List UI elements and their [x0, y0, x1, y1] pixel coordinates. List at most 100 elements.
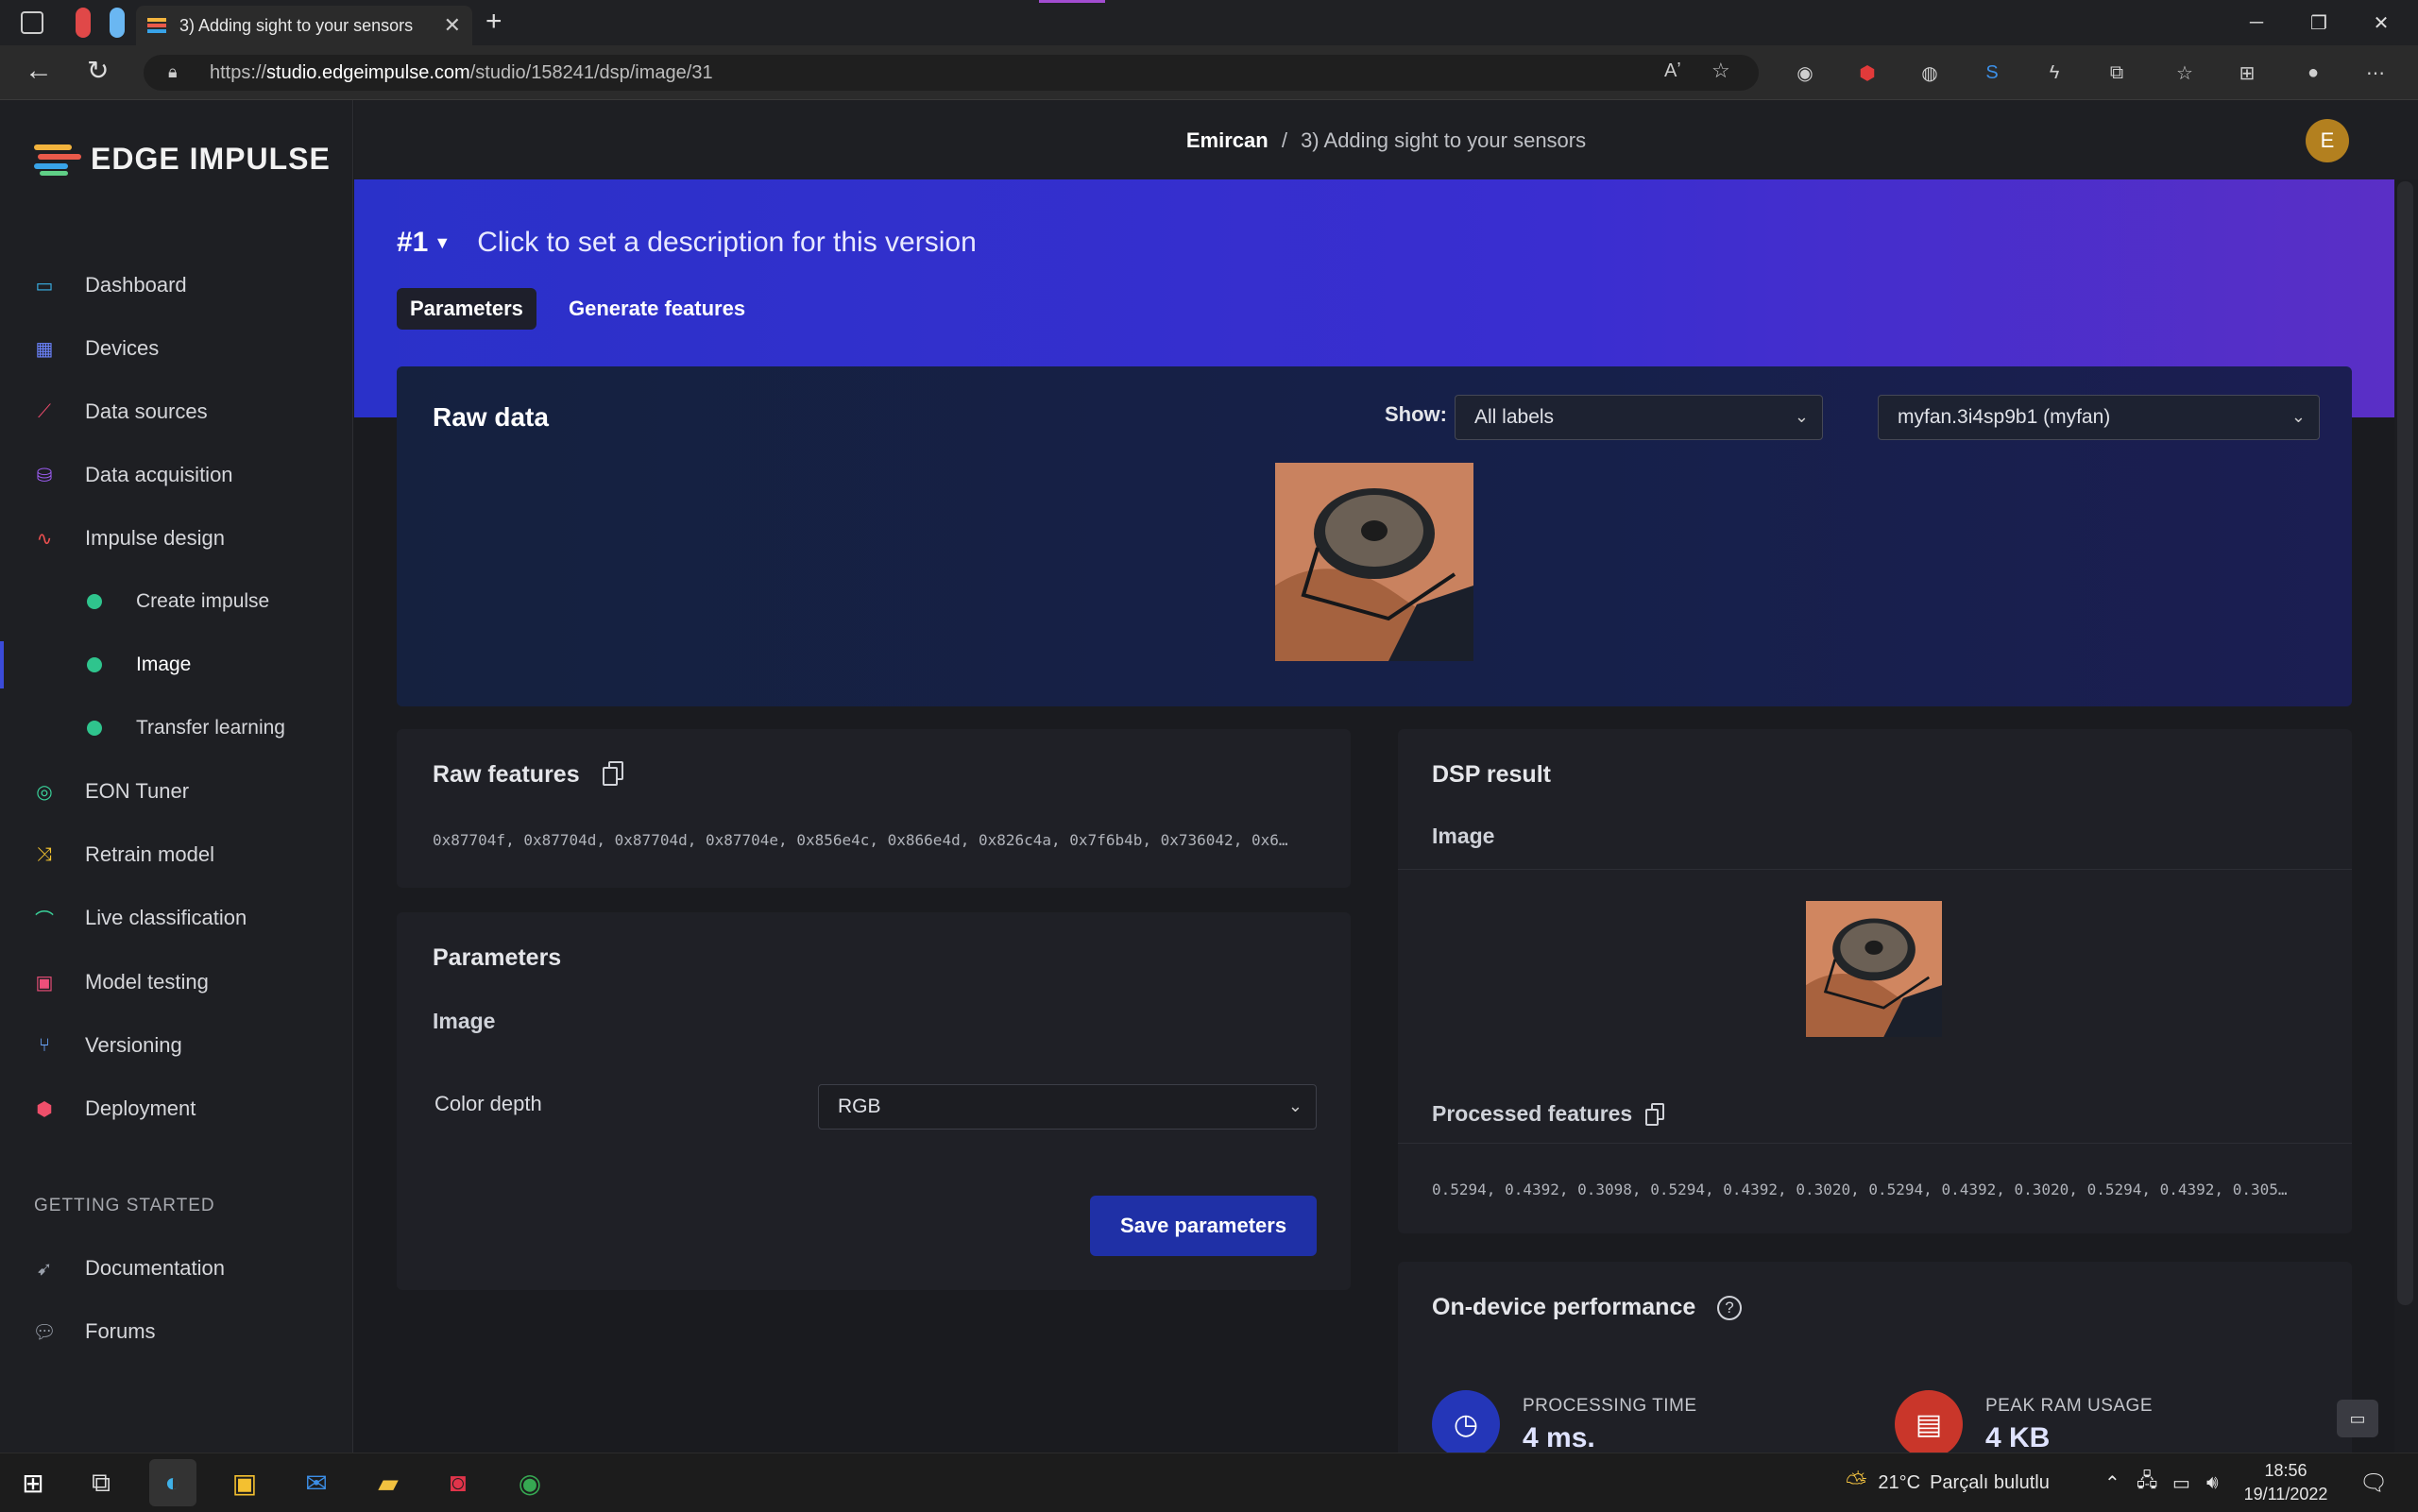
- favorites-icon[interactable]: ☆: [2169, 57, 2201, 89]
- label-filter-select[interactable]: All labels ⌄: [1455, 395, 1823, 440]
- battery-icon[interactable]: ▭: [2172, 1453, 2190, 1512]
- breadcrumb: Emircan / 3) Adding sight to your sensor…: [354, 128, 2418, 153]
- logo-text: EDGE IMPULSE: [91, 142, 331, 176]
- sidebar-item-documentation[interactable]: ➹ Documentation: [0, 1245, 353, 1292]
- sidebar-item-deployment[interactable]: ⬢ Deployment: [0, 1085, 353, 1132]
- edge-impulse-logo[interactable]: EDGE IMPULSE: [34, 142, 331, 177]
- media-indicator: [1039, 0, 1105, 3]
- clock[interactable]: 18:56 19/11/2022: [2239, 1459, 2333, 1506]
- maximize-icon[interactable]: ❐: [2288, 0, 2350, 45]
- sidebar-item-eon-tuner[interactable]: ◎ EON Tuner: [0, 768, 353, 815]
- sidebar-item-label: Transfer learning: [136, 717, 285, 739]
- processing-time-label: PROCESSING TIME: [1523, 1396, 1697, 1416]
- compass-icon: ◎: [36, 781, 53, 803]
- scrollbar-thumb[interactable]: [2397, 181, 2413, 1305]
- breadcrumb-project[interactable]: 3) Adding sight to your sensors: [1301, 128, 1586, 152]
- browser-tab-active[interactable]: 3) Adding sight to your sensors ✕: [136, 6, 472, 45]
- monitor-icon: ▭: [35, 275, 54, 297]
- sidebar-item-label: Dashboard: [85, 273, 187, 297]
- curve-icon: ⌒: [35, 909, 54, 931]
- extension-icon[interactable]: ϟ: [2038, 57, 2070, 89]
- minimize-icon[interactable]: ─: [2225, 0, 2288, 45]
- network-icon[interactable]: 🖧︎: [2137, 1453, 2157, 1512]
- raw-data-panel: Raw data Show: All labels ⌄ myfan.3i4sp9…: [397, 366, 2352, 706]
- mail-icon[interactable]: ✉: [293, 1459, 340, 1506]
- sidebar-item-label: Deployment: [85, 1096, 196, 1120]
- shazam-icon[interactable]: S: [1976, 57, 2008, 89]
- task-view-icon[interactable]: ⧉: [77, 1459, 125, 1506]
- tab-parameters[interactable]: Parameters: [397, 288, 536, 330]
- branch-icon: ⑂: [39, 1034, 50, 1056]
- clipboard-check-icon: ▣: [35, 972, 54, 994]
- sidebar-item-transfer-learning[interactable]: Transfer learning: [0, 705, 353, 752]
- version-description[interactable]: Click to set a description for this vers…: [477, 227, 977, 259]
- help-icon[interactable]: ?: [1717, 1296, 1742, 1320]
- sidebar-item-label: Live classification: [85, 906, 247, 929]
- pinned-tab-icon[interactable]: [76, 8, 91, 38]
- store-icon[interactable]: ▣: [221, 1459, 268, 1506]
- profile-icon[interactable]: ●: [2297, 57, 2329, 89]
- avatar[interactable]: E: [2306, 119, 2349, 162]
- project-header: Emircan / 3) Adding sight to your sensor…: [354, 100, 2418, 179]
- edge-browser-icon[interactable]: ◐: [149, 1459, 196, 1506]
- tab-generate-features[interactable]: Generate features: [555, 288, 758, 330]
- sidebar-item-live-classification[interactable]: ⌒ Live classification: [0, 894, 353, 942]
- windows-start-icon[interactable]: ⊞: [9, 1459, 57, 1506]
- peak-ram-label: PEAK RAM USAGE: [1985, 1396, 2153, 1416]
- extension-icon[interactable]: ◍: [1914, 57, 1946, 89]
- close-tab-icon[interactable]: ✕: [444, 13, 461, 38]
- sidebar-item-create-impulse[interactable]: Create impulse: [0, 578, 353, 625]
- ublock-icon[interactable]: ⬢: [1851, 57, 1883, 89]
- weather-text: Parçalı bulutlu: [1930, 1471, 2050, 1493]
- pinned-tab-icon[interactable]: [110, 8, 125, 38]
- breadcrumb-owner[interactable]: Emircan: [1186, 128, 1269, 152]
- file-explorer-icon[interactable]: ▰: [365, 1459, 412, 1506]
- chat-widget-button[interactable]: ▭: [2337, 1400, 2378, 1437]
- notifications-icon[interactable]: 🗨︎: [2359, 1453, 2388, 1512]
- sidebar-item-data-sources[interactable]: ⟋ Data sources: [0, 388, 353, 435]
- discord-icon[interactable]: ◙: [434, 1459, 482, 1506]
- copy-icon[interactable]: [1645, 1103, 1666, 1128]
- sidebar-item-image[interactable]: Image: [0, 641, 353, 688]
- tab-actions-icon[interactable]: [21, 11, 43, 34]
- weather-temp: 21°C: [1878, 1471, 1921, 1493]
- sample-select[interactable]: myfan.3i4sp9b1 (myfan) ⌄: [1878, 395, 2320, 440]
- save-parameters-button[interactable]: Save parameters: [1090, 1196, 1317, 1256]
- close-window-icon[interactable]: ✕: [2350, 0, 2412, 45]
- url-input[interactable]: 🔒︎ https://studio.edgeimpulse.com/studio…: [144, 55, 1759, 91]
- sidebar-item-label: Retrain model: [85, 842, 214, 866]
- new-tab-icon[interactable]: +: [485, 6, 502, 38]
- color-depth-select[interactable]: RGB ⌄: [818, 1084, 1317, 1130]
- collections-icon[interactable]: ⊞: [2231, 57, 2263, 89]
- sidebar-item-versioning[interactable]: ⑂ Versioning: [0, 1022, 353, 1069]
- clock-icon: ◷: [1432, 1390, 1500, 1458]
- sidebar-item-impulse-design[interactable]: ∿ Impulse design: [0, 515, 353, 562]
- select-value: RGB: [838, 1096, 881, 1117]
- add-favorite-icon[interactable]: ☆: [1711, 59, 1730, 83]
- tab-label: Parameters: [410, 297, 523, 320]
- version-selector[interactable]: #1 ▼ Click to set a description for this…: [397, 227, 977, 259]
- tray-chevron-icon[interactable]: ⌃: [2104, 1453, 2120, 1512]
- sidebar-item-devices[interactable]: ▦ Devices: [0, 325, 353, 372]
- package-icon: ⬢: [36, 1098, 53, 1120]
- sidebar-item-model-testing[interactable]: ▣ Model testing: [0, 959, 353, 1006]
- sidebar-item-forums[interactable]: 💬︎ Forums: [0, 1308, 353, 1355]
- url-prefix: https://: [210, 61, 267, 83]
- volume-icon[interactable]: 🔊︎: [2206, 1453, 2219, 1512]
- copy-icon[interactable]: [603, 761, 625, 788]
- refresh-icon[interactable]: ↻: [87, 55, 109, 86]
- read-aloud-icon[interactable]: Aʼ: [1664, 60, 1681, 82]
- more-icon[interactable]: ⋯: [2359, 57, 2392, 89]
- sidebar-item-data-acquisition[interactable]: ⛁ Data acquisition: [0, 451, 353, 499]
- version-number: #1: [397, 227, 429, 258]
- sidebar-item-dashboard[interactable]: ▭ Dashboard: [0, 262, 353, 309]
- tab-title: 3) Adding sight to your sensors: [179, 15, 414, 35]
- back-icon[interactable]: ←: [25, 55, 53, 87]
- extensions-icon[interactable]: ⧉: [2101, 57, 2133, 89]
- extension-icon[interactable]: ◉: [1789, 57, 1821, 89]
- chevron-down-icon: ⌄: [1794, 407, 1809, 426]
- sidebar-item-retrain-model[interactable]: ⤨ Retrain model: [0, 831, 353, 878]
- weather-widget[interactable]: ⛅︎ 21°C Parçalı bulutlu: [1846, 1453, 2050, 1512]
- chrome-icon[interactable]: ◉: [506, 1459, 553, 1506]
- partly-cloudy-icon: ⛅︎: [1846, 1467, 1867, 1497]
